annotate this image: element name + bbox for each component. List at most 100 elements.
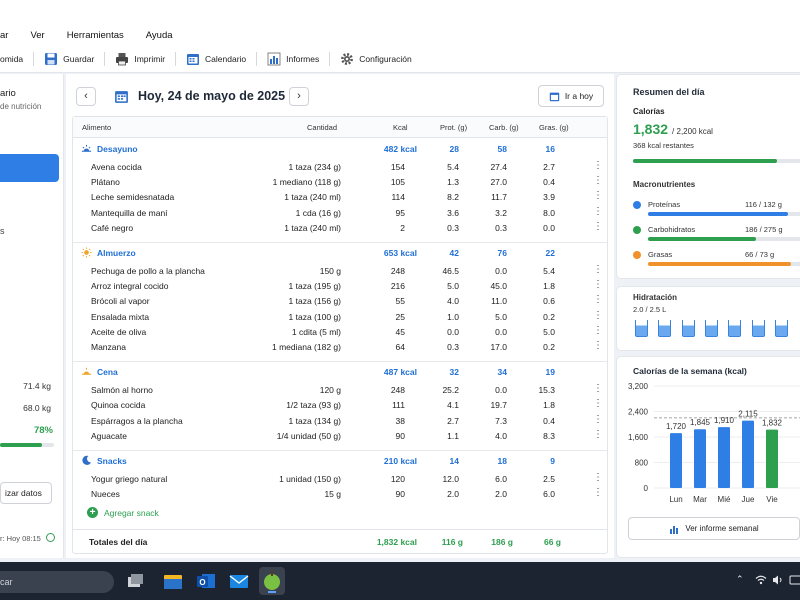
meal-kcal: 210 kcal xyxy=(383,456,417,466)
food-kcal: 90 xyxy=(395,430,405,441)
food-name: Yogur griego natural xyxy=(91,474,168,484)
table-row[interactable]: Mantequilla de maní 1 cda (16 g) 95 3.6 3.2 8… xyxy=(73,205,607,220)
water-cup-icon[interactable] xyxy=(704,320,718,337)
prev-day-button[interactable]: ‹ xyxy=(76,87,96,106)
taskbar-search[interactable]: car xyxy=(0,571,114,593)
food-fat: 5.4 xyxy=(543,266,555,276)
food-fat: 8.3 xyxy=(543,430,555,441)
water-cup-icon[interactable] xyxy=(635,320,648,337)
row-menu-icon[interactable]: ⋮ xyxy=(593,487,603,498)
weekly-report-button[interactable]: Ver informe semanal xyxy=(628,517,800,540)
food-name: Aceite de oliva xyxy=(91,326,147,337)
col-kcal: Kcal xyxy=(393,123,408,132)
meal-desayuno-header[interactable]: Desayuno 482 kcal 28 58 16 xyxy=(73,140,607,158)
mail-icon[interactable] xyxy=(228,570,250,592)
food-quantity: 1 cdita (5 ml) xyxy=(291,326,341,337)
goal-progress-percent: 78% xyxy=(33,425,53,436)
water-cup-icon[interactable] xyxy=(728,320,742,337)
macro-progress-track xyxy=(648,262,800,266)
table-row[interactable]: Yogur griego natural 1 unidad (150 g) 120 1… xyxy=(73,471,607,486)
food-fat: 0.0 xyxy=(543,222,555,233)
table-row[interactable]: Avena cocida 1 taza (234 g) 154 5.4 27.4 2.7 ⋮ xyxy=(73,159,607,174)
sunset-icon xyxy=(81,366,92,379)
row-menu-icon[interactable]: ⋮ xyxy=(593,414,603,425)
food-kcal: 45 xyxy=(395,326,405,337)
water-cup-icon[interactable] xyxy=(681,320,695,337)
menu-herramientas[interactable]: Herramientas xyxy=(59,30,124,41)
menu-archivo[interactable]: ar xyxy=(0,30,8,41)
row-menu-icon[interactable]: ⋮ xyxy=(593,310,603,321)
wifi-icon[interactable] xyxy=(755,575,767,585)
table-row[interactable]: Nueces 15 g 90 2.0 2.0 6.0 ⋮ xyxy=(73,486,607,501)
table-row[interactable]: Manzana 1 mediana (182 g) 64 0.3 17.0 0.2 ⋮ xyxy=(73,339,607,354)
food-fat: 1.8 xyxy=(543,400,555,411)
add-meal-button[interactable]: omida xyxy=(0,45,33,73)
row-menu-icon[interactable]: ⋮ xyxy=(593,472,603,483)
today-button[interactable]: Ir a hoy xyxy=(538,85,604,107)
table-row[interactable]: Café negro 1 taza (240 ml) 2 0.3 0.3 0.0 ⋮ xyxy=(73,220,607,235)
task-view-icon[interactable] xyxy=(126,572,146,590)
row-menu-icon[interactable]: ⋮ xyxy=(593,221,603,232)
row-menu-icon[interactable]: ⋮ xyxy=(593,264,603,275)
outlook-icon[interactable]: O xyxy=(195,570,217,592)
bar-value-label: 1,910 xyxy=(714,416,735,425)
print-button[interactable]: Imprimir xyxy=(105,45,175,73)
menu-ver[interactable]: Ver xyxy=(22,30,44,41)
row-menu-icon[interactable]: ⋮ xyxy=(593,160,603,171)
water-cup-icon[interactable] xyxy=(751,320,765,337)
row-menu-icon[interactable]: ⋮ xyxy=(593,279,603,290)
table-row[interactable]: Salmón al horno 120 g 248 25.2 0.0 15.3 ⋮ xyxy=(73,382,607,397)
table-row[interactable]: Leche semidesnatada 1 taza (240 ml) 114 8.2… xyxy=(73,189,607,204)
table-row[interactable]: Espárragos a la plancha 1 taza (134 g) 38 2… xyxy=(73,413,607,428)
tray-chevron-icon[interactable]: ⌃ xyxy=(736,574,744,585)
row-menu-icon[interactable]: ⋮ xyxy=(593,383,603,394)
row-menu-icon[interactable]: ⋮ xyxy=(593,294,603,305)
sidebar-item-active[interactable] xyxy=(0,154,59,182)
food-kcal: 25 xyxy=(395,311,405,322)
table-row[interactable]: Pechuga de pollo a la plancha 150 g 248 46.… xyxy=(73,263,607,278)
water-cup-icon[interactable] xyxy=(658,320,672,337)
row-menu-icon[interactable]: ⋮ xyxy=(593,206,603,217)
settings-button[interactable]: Configuración xyxy=(330,45,421,73)
battery-icon[interactable] xyxy=(789,574,800,586)
row-menu-icon[interactable]: ⋮ xyxy=(593,190,603,201)
water-cup-icon[interactable] xyxy=(774,320,788,337)
meal-cena-header[interactable]: Cena 487 kcal 32 34 19 xyxy=(73,363,607,381)
food-carbs: 19.7 xyxy=(490,400,507,411)
row-menu-icon[interactable]: ⋮ xyxy=(593,175,603,186)
row-menu-icon[interactable]: ⋮ xyxy=(593,325,603,336)
table-row[interactable]: Aceite de oliva 1 cdita (5 ml) 45 0.0 0.0 5.0… xyxy=(73,324,607,339)
macro-color-dot xyxy=(633,201,641,209)
meal-snacks-header[interactable]: Snacks 210 kcal 14 18 9 xyxy=(73,452,607,470)
row-menu-icon[interactable]: ⋮ xyxy=(593,340,603,351)
food-fat: 0.6 xyxy=(543,296,555,307)
menu-ayuda[interactable]: Ayuda xyxy=(138,30,173,41)
table-row[interactable]: Aguacate 1/4 unidad (50 g) 90 1.1 4.0 8.3 ⋮ xyxy=(73,428,607,443)
macro-progress-track xyxy=(648,212,800,216)
file-explorer-icon[interactable] xyxy=(162,570,184,592)
table-row[interactable]: Ensalada mixta 1 taza (100 g) 25 1.0 5.0 0.2 ⋮ xyxy=(73,309,607,324)
row-menu-icon[interactable]: ⋮ xyxy=(593,429,603,440)
save-button[interactable]: Guardar xyxy=(34,45,104,73)
food-protein: 4.1 xyxy=(447,400,459,411)
speaker-icon[interactable] xyxy=(772,575,784,585)
next-day-button[interactable]: › xyxy=(289,87,309,106)
toolbar: omida Guardar Imprimir Calendario Inform… xyxy=(0,45,800,73)
taskbar: car O ⌃ xyxy=(0,562,800,600)
meal-fat: 19 xyxy=(545,367,555,378)
table-row[interactable]: Brócoli al vapor 1 taza (156 g) 55 4.0 11.0 0… xyxy=(73,293,607,308)
nutrition-app-icon[interactable] xyxy=(259,567,285,595)
row-menu-icon[interactable]: ⋮ xyxy=(593,398,603,409)
add-snack-button[interactable]: + Agregar snack xyxy=(87,507,159,518)
reports-button[interactable]: Informes xyxy=(257,45,329,73)
calendar-button[interactable]: Calendario xyxy=(176,45,256,73)
food-protein: 5.4 xyxy=(447,162,459,172)
meal-almuerzo-header[interactable]: Almuerzo 653 kcal 42 76 22 xyxy=(73,244,607,262)
sync-data-button[interactable]: izar datos xyxy=(0,482,52,504)
table-row[interactable]: Arroz integral cocido 1 taza (195 g) 216 5.… xyxy=(73,278,607,293)
sun-icon xyxy=(81,247,92,260)
sidebar-item-label[interactable]: s xyxy=(0,226,5,236)
table-row[interactable]: Plátano 1 mediano (118 g) 105 1.3 27.0 0.4 ⋮ xyxy=(73,174,607,189)
food-kcal: 111 xyxy=(392,400,405,411)
table-row[interactable]: Quinoa cocida 1/2 taza (93 g) 111 4.1 19.7 1.… xyxy=(73,397,607,412)
